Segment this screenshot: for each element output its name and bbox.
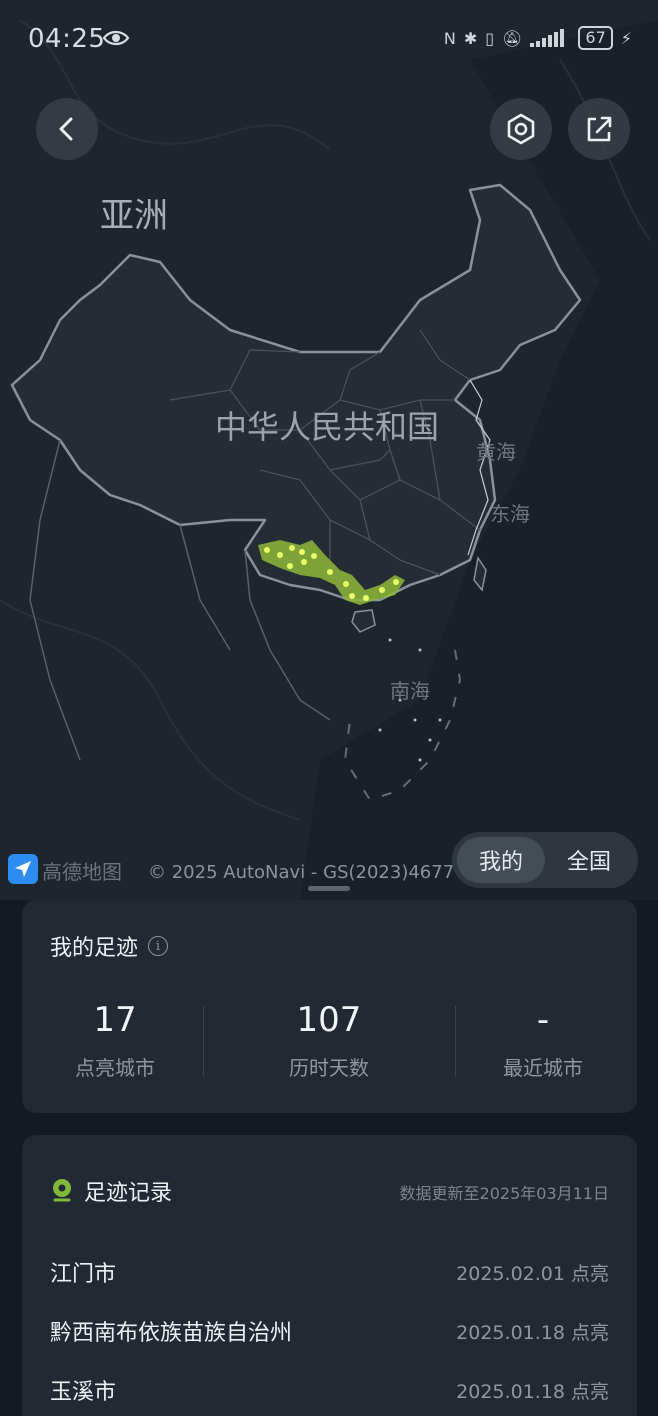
map-copyright: © 2025 AutoNavi - GS(2023)4677号 [148,862,473,883]
record-city: 江门市 [50,1262,117,1287]
info-icon[interactable]: i [148,936,169,956]
east-sea-label: 东海 [490,502,530,526]
share-button[interactable] [568,98,630,160]
record-city: 玉溪市 [50,1380,117,1405]
map-graphic [0,19,658,900]
records-updated-date: 数据更新至2025年03月11日 [399,1184,609,1203]
mute-icon: 🔕︎ [502,28,523,48]
country-label: 中华人民共和国 [215,408,440,446]
stat-value: 17 [93,1000,137,1040]
nfc-icon: N [443,28,456,48]
signal-icon [530,29,565,47]
south-sea-label: 南海 [390,679,430,703]
stat-days: 107 历时天数 [239,1000,419,1081]
status-icons: N ✱ ▯ 🔕︎ 67 ⚡ [444,26,632,50]
footprint-map[interactable]: 亚洲 中华人民共和国 黄海 东海 南海 [0,0,658,900]
footprint-records-card: 足迹记录 数据更新至2025年03月11日 江门市 2025.02.01 点亮 … [22,1135,637,1416]
record-date: 2025.01.18 点亮 [456,1380,609,1403]
bluetooth-icon: ✱ [463,28,478,48]
summary-title: 我的足迹 [50,936,139,961]
back-button[interactable] [36,98,98,160]
record-item[interactable]: 江门市 2025.02.01 点亮 [50,1252,609,1292]
hexagon-settings-icon [507,113,535,145]
stat-label: 最近城市 [503,1056,583,1080]
settings-button[interactable] [490,98,552,160]
eye-icon [102,30,130,46]
stat-label: 点亮城市 [75,1056,155,1080]
stat-value: - [536,1000,550,1040]
stat-label: 历时天数 [289,1056,369,1080]
toggle-mine[interactable]: 我的 [457,837,545,883]
toggle-nationwide[interactable]: 全国 [545,837,633,883]
record-date: 2025.02.01 点亮 [456,1262,609,1285]
scope-toggle: 我的 全国 [452,832,638,888]
share-icon [587,116,612,142]
stat-divider [203,1006,204,1076]
yellow-sea-label: 黄海 [476,440,516,464]
continent-label: 亚洲 [100,196,168,236]
record-date: 2025.01.18 点亮 [456,1321,609,1344]
location-pin-icon [53,1179,71,1202]
record-city: 黔西南布依族苗族自治州 [50,1321,293,1346]
footprint-summary-card: 我的足迹 i 17 点亮城市 107 历时天数 - 最近城市 [22,900,637,1113]
summary-header: 我的足迹 i [50,930,169,962]
amap-logo-icon [8,854,38,884]
charging-icon: ⚡ [620,28,632,48]
vibrate-icon: ▯ [485,28,495,48]
stat-lit-cities: 17 点亮城市 [25,1000,205,1081]
battery-indicator: 67 [578,26,613,50]
record-item[interactable]: 黔西南布依族苗族自治州 2025.01.18 点亮 [50,1311,609,1351]
stat-value: 107 [296,1000,362,1040]
record-item[interactable]: 玉溪市 2025.01.18 点亮 [50,1370,609,1410]
status-time: 04:25 [28,24,106,54]
chevron-left-icon [59,117,73,141]
status-bar: 04:25 N ✱ ▯ 🔕︎ 67 ⚡ [0,0,658,80]
map-provider-name: 高德地图 [42,860,122,884]
drag-handle[interactable] [308,886,350,891]
records-title: 足迹记录 [84,1181,173,1206]
stat-recent-city: - 最近城市 [453,1000,633,1081]
records-header: 足迹记录 [50,1175,172,1207]
